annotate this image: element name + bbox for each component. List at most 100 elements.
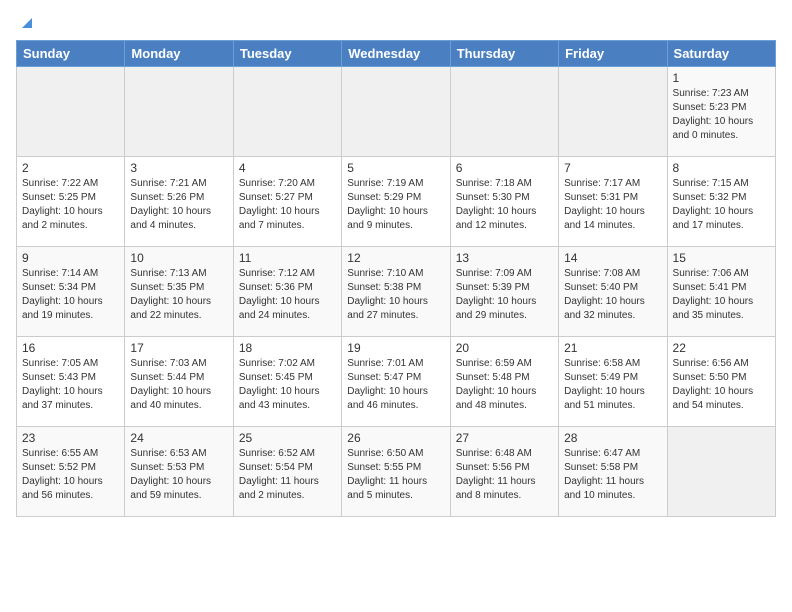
day-info: Sunrise: 6:47 AM Sunset: 5:58 PM Dayligh… (564, 447, 661, 503)
day-number: 21 (564, 341, 661, 355)
day-number: 13 (456, 251, 553, 265)
day-number: 9 (22, 251, 119, 265)
calendar-day-10: 10 Sunrise: 7:13 AM Sunset: 5:35 PM Dayli… (125, 247, 233, 337)
calendar-day-25: 25Sunrise: 6:52 AM Sunset: 5:54 PM Dayli… (233, 427, 341, 517)
calendar-empty-cell (342, 67, 450, 157)
calendar-empty-cell (125, 67, 233, 157)
day-number: 16 (22, 341, 119, 355)
calendar-day-7: 7 Sunrise: 7:17 AM Sunset: 5:31 PM Daylig… (559, 157, 667, 247)
day-info: Sunrise: 7:08 AM Sunset: 5:40 PM Dayligh… (564, 267, 661, 323)
day-number: 11 (239, 251, 336, 265)
calendar-day-21: 21Sunrise: 6:58 AM Sunset: 5:49 PM Dayli… (559, 337, 667, 427)
calendar-day-3: 3 Sunrise: 7:21 AM Sunset: 5:26 PM Daylig… (125, 157, 233, 247)
weekday-header-friday: Friday (559, 41, 667, 67)
calendar-day-28: 28 Sunrise: 6:47 AM Sunset: 5:58 PM Dayli… (559, 427, 667, 517)
calendar-day-20: 20 Sunrise: 6:59 AM Sunset: 5:48 PM Dayli… (450, 337, 558, 427)
day-info: Sunrise: 7:23 AM Sunset: 5:23 PM Dayligh… (673, 87, 770, 143)
calendar-day-19: 19 Sunrise: 7:01 AM Sunset: 5:47 PM Dayli… (342, 337, 450, 427)
day-info: Sunrise: 6:53 AM Sunset: 5:53 PM Dayligh… (130, 447, 227, 503)
day-number: 14 (564, 251, 661, 265)
weekday-header-wednesday: Wednesday (342, 41, 450, 67)
weekday-header-thursday: Thursday (450, 41, 558, 67)
calendar-header-row: SundayMondayTuesdayWednesdayThursdayFrid… (17, 41, 776, 67)
day-number: 18 (239, 341, 336, 355)
calendar-day-23: 23 Sunrise: 6:55 AM Sunset: 5:52 PM Dayli… (17, 427, 125, 517)
day-number: 6 (456, 161, 553, 175)
logo-triangle-icon (18, 14, 36, 32)
day-number: 22 (673, 341, 770, 355)
calendar-day-22: 22 Sunrise: 6:56 AM Sunset: 5:50 PM Dayli… (667, 337, 775, 427)
calendar-week-row: 23 Sunrise: 6:55 AM Sunset: 5:52 PM Dayli… (17, 427, 776, 517)
day-number: 7 (564, 161, 661, 175)
calendar-day-8: 8 Sunrise: 7:15 AM Sunset: 5:32 PM Daylig… (667, 157, 775, 247)
day-info: Sunrise: 6:48 AM Sunset: 5:56 PM Dayligh… (456, 447, 553, 503)
day-info: Sunrise: 7:20 AM Sunset: 5:27 PM Dayligh… (239, 177, 336, 233)
header (16, 10, 776, 32)
calendar-day-18: 18 Sunrise: 7:02 AM Sunset: 5:45 PM Dayli… (233, 337, 341, 427)
day-number: 12 (347, 251, 444, 265)
calendar-day-12: 12 Sunrise: 7:10 AM Sunset: 5:38 PM Dayli… (342, 247, 450, 337)
calendar-empty-cell (17, 67, 125, 157)
day-info: Sunrise: 7:13 AM Sunset: 5:35 PM Dayligh… (130, 267, 227, 323)
day-number: 20 (456, 341, 553, 355)
calendar: SundayMondayTuesdayWednesdayThursdayFrid… (16, 40, 776, 517)
day-number: 25 (239, 431, 336, 445)
day-number: 15 (673, 251, 770, 265)
day-info: Sunrise: 7:03 AM Sunset: 5:44 PM Dayligh… (130, 357, 227, 413)
calendar-day-6: 6 Sunrise: 7:18 AM Sunset: 5:30 PM Daylig… (450, 157, 558, 247)
calendar-day-15: 15 Sunrise: 7:06 AM Sunset: 5:41 PM Dayli… (667, 247, 775, 337)
logo (16, 16, 36, 32)
calendar-day-26: 26 Sunrise: 6:50 AM Sunset: 5:55 PM Dayli… (342, 427, 450, 517)
day-number: 27 (456, 431, 553, 445)
day-number: 28 (564, 431, 661, 445)
day-number: 2 (22, 161, 119, 175)
day-info: Sunrise: 6:55 AM Sunset: 5:52 PM Dayligh… (22, 447, 119, 503)
day-info: Sunrise: 7:12 AM Sunset: 5:36 PM Dayligh… (239, 267, 336, 323)
day-info: Sunrise: 7:05 AM Sunset: 5:43 PM Dayligh… (22, 357, 119, 413)
calendar-empty-cell (559, 67, 667, 157)
calendar-day-5: 5 Sunrise: 7:19 AM Sunset: 5:29 PM Daylig… (342, 157, 450, 247)
day-number: 10 (130, 251, 227, 265)
day-info: Sunrise: 6:50 AM Sunset: 5:55 PM Dayligh… (347, 447, 444, 503)
day-info: Sunrise: 7:19 AM Sunset: 5:29 PM Dayligh… (347, 177, 444, 233)
calendar-empty-cell (667, 427, 775, 517)
day-info: Sunrise: 7:22 AM Sunset: 5:25 PM Dayligh… (22, 177, 119, 233)
day-info: Sunrise: 7:02 AM Sunset: 5:45 PM Dayligh… (239, 357, 336, 413)
calendar-day-11: 11 Sunrise: 7:12 AM Sunset: 5:36 PM Dayli… (233, 247, 341, 337)
day-number: 23 (22, 431, 119, 445)
calendar-week-row: 2 Sunrise: 7:22 AM Sunset: 5:25 PM Daylig… (17, 157, 776, 247)
calendar-day-24: 24 Sunrise: 6:53 AM Sunset: 5:53 PM Dayli… (125, 427, 233, 517)
day-info: Sunrise: 7:06 AM Sunset: 5:41 PM Dayligh… (673, 267, 770, 323)
calendar-day-2: 2 Sunrise: 7:22 AM Sunset: 5:25 PM Daylig… (17, 157, 125, 247)
day-number: 19 (347, 341, 444, 355)
calendar-day-9: 9Sunrise: 7:14 AM Sunset: 5:34 PM Daylig… (17, 247, 125, 337)
page: SundayMondayTuesdayWednesdayThursdayFrid… (0, 0, 792, 533)
calendar-day-1: 1Sunrise: 7:23 AM Sunset: 5:23 PM Daylig… (667, 67, 775, 157)
day-number: 26 (347, 431, 444, 445)
calendar-week-row: 9Sunrise: 7:14 AM Sunset: 5:34 PM Daylig… (17, 247, 776, 337)
day-info: Sunrise: 7:18 AM Sunset: 5:30 PM Dayligh… (456, 177, 553, 233)
calendar-week-row: 16 Sunrise: 7:05 AM Sunset: 5:43 PM Dayli… (17, 337, 776, 427)
calendar-empty-cell (233, 67, 341, 157)
day-info: Sunrise: 6:56 AM Sunset: 5:50 PM Dayligh… (673, 357, 770, 413)
day-number: 17 (130, 341, 227, 355)
calendar-day-13: 13 Sunrise: 7:09 AM Sunset: 5:39 PM Dayli… (450, 247, 558, 337)
day-number: 3 (130, 161, 227, 175)
day-number: 5 (347, 161, 444, 175)
weekday-header-saturday: Saturday (667, 41, 775, 67)
day-info: Sunrise: 6:59 AM Sunset: 5:48 PM Dayligh… (456, 357, 553, 413)
day-number: 8 (673, 161, 770, 175)
day-info: Sunrise: 7:09 AM Sunset: 5:39 PM Dayligh… (456, 267, 553, 323)
day-info: Sunrise: 7:10 AM Sunset: 5:38 PM Dayligh… (347, 267, 444, 323)
calendar-day-4: 4 Sunrise: 7:20 AM Sunset: 5:27 PM Daylig… (233, 157, 341, 247)
day-info: Sunrise: 7:21 AM Sunset: 5:26 PM Dayligh… (130, 177, 227, 233)
weekday-header-monday: Monday (125, 41, 233, 67)
calendar-day-14: 14 Sunrise: 7:08 AM Sunset: 5:40 PM Dayli… (559, 247, 667, 337)
day-number: 4 (239, 161, 336, 175)
calendar-day-16: 16 Sunrise: 7:05 AM Sunset: 5:43 PM Dayli… (17, 337, 125, 427)
weekday-header-sunday: Sunday (17, 41, 125, 67)
day-info: Sunrise: 7:15 AM Sunset: 5:32 PM Dayligh… (673, 177, 770, 233)
day-number: 24 (130, 431, 227, 445)
day-info: Sunrise: 7:01 AM Sunset: 5:47 PM Dayligh… (347, 357, 444, 413)
day-info: Sunrise: 7:17 AM Sunset: 5:31 PM Dayligh… (564, 177, 661, 233)
